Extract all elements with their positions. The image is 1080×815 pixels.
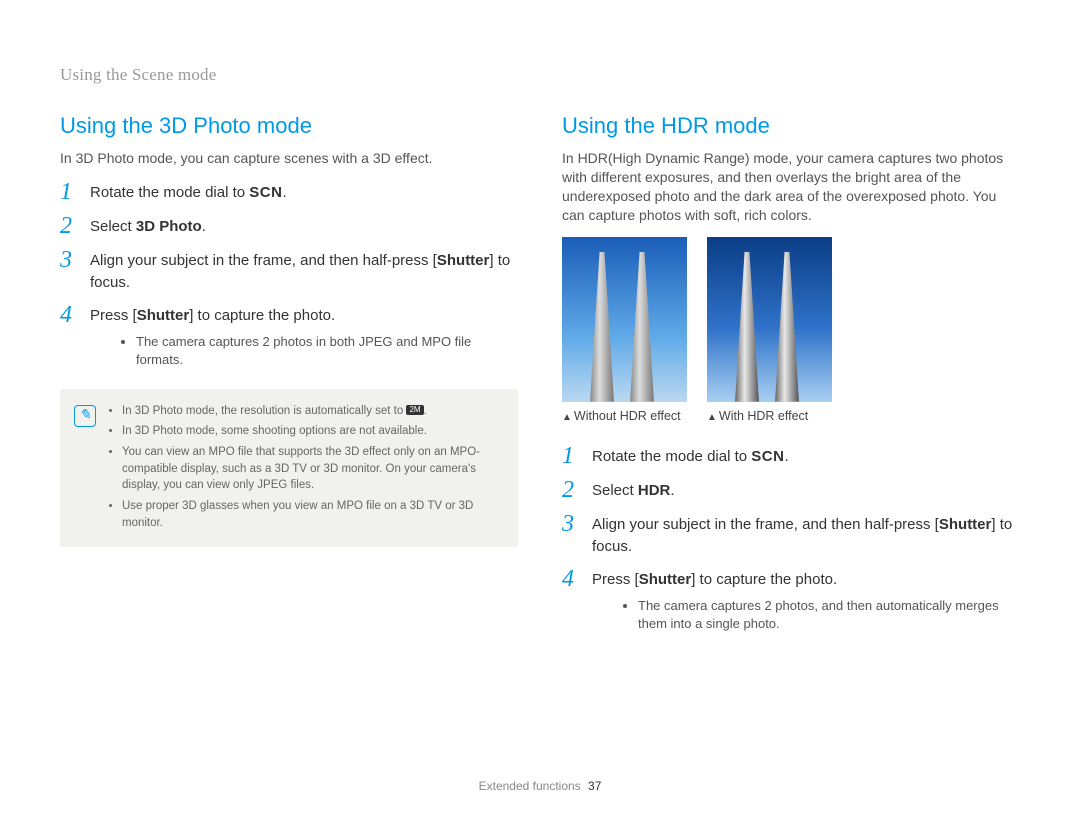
photo-towers-hdr xyxy=(707,237,832,402)
scn-icon: SCN xyxy=(751,448,784,465)
step-number: 1 xyxy=(562,444,586,468)
page-section-header: Using the Scene mode xyxy=(60,65,1020,85)
caption-text: With HDR effect xyxy=(719,409,808,423)
note-item: Use proper 3D glasses when you view an M… xyxy=(122,498,504,531)
step-number: 3 xyxy=(60,248,84,272)
step-number: 1 xyxy=(60,180,84,204)
step-4: 4 Press [Shutter] to capture the photo. … xyxy=(562,567,1020,636)
step-number: 4 xyxy=(60,303,84,327)
text: ] to capture the photo. xyxy=(691,571,837,588)
steps-3d: 1 Rotate the mode dial to SCN. 2 Select … xyxy=(60,180,518,373)
text: Select xyxy=(90,218,136,235)
note-item: You can view an MPO file that supports t… xyxy=(122,444,504,494)
caption-with-hdr: ▲With HDR effect xyxy=(707,408,832,424)
step-text: Press [Shutter] to capture the photo. Th… xyxy=(592,567,1020,636)
steps-hdr: 1 Rotate the mode dial to SCN. 2 Select … xyxy=(562,444,1020,637)
triangle-up-icon: ▲ xyxy=(707,412,717,423)
heading-3d-photo: Using the 3D Photo mode xyxy=(60,113,518,139)
triangle-up-icon: ▲ xyxy=(562,412,572,423)
step-2: 2 Select 3D Photo. xyxy=(60,214,518,238)
step-3: 3 Align your subject in the frame, and t… xyxy=(562,512,1020,558)
text: . xyxy=(424,405,427,417)
step-2: 2 Select HDR. xyxy=(562,478,1020,502)
note-icon: ✎ xyxy=(74,405,96,427)
bold-text: Shutter xyxy=(437,252,490,269)
bold-text: Shutter xyxy=(137,307,190,324)
step-sub-bullets: The camera captures 2 photos, and then a… xyxy=(638,597,1020,633)
step-text: Align your subject in the frame, and the… xyxy=(90,248,518,294)
step-number: 2 xyxy=(60,214,84,238)
page-footer: Extended functions 37 xyxy=(0,779,1080,793)
text: . xyxy=(784,448,788,465)
heading-hdr: Using the HDR mode xyxy=(562,113,1020,139)
step-text: Select HDR. xyxy=(592,478,1020,502)
text: ] to capture the photo. xyxy=(189,307,335,324)
tower-shape xyxy=(630,252,654,402)
step-number: 4 xyxy=(562,567,586,591)
text: Rotate the mode dial to xyxy=(592,448,751,465)
text: Align your subject in the frame, and the… xyxy=(90,252,437,269)
tower-shape xyxy=(735,252,759,402)
caption-without-hdr: ▲Without HDR effect xyxy=(562,408,687,424)
sub-bullet: The camera captures 2 photos, and then a… xyxy=(638,597,1020,633)
step-sub-bullets: The camera captures 2 photos in both JPE… xyxy=(136,333,518,369)
text: . xyxy=(670,482,674,499)
intro-hdr: In HDR(High Dynamic Range) mode, your ca… xyxy=(562,149,1020,225)
page-number: 37 xyxy=(588,779,601,793)
note-box: ✎ In 3D Photo mode, the resolution is au… xyxy=(60,389,518,548)
bold-text: Shutter xyxy=(639,571,692,588)
text: Press [ xyxy=(90,307,137,324)
step-text: Rotate the mode dial to SCN. xyxy=(90,180,518,204)
step-4: 4 Press [Shutter] to capture the photo. … xyxy=(60,303,518,372)
bold-text: Shutter xyxy=(939,516,992,533)
text: . xyxy=(202,218,206,235)
caption-text: Without HDR effect xyxy=(574,409,681,423)
right-column: Using the HDR mode In HDR(High Dynamic R… xyxy=(562,113,1020,646)
intro-3d: In 3D Photo mode, you can capture scenes… xyxy=(60,149,518,168)
note-item: In 3D Photo mode, the resolution is auto… xyxy=(122,403,504,420)
text: Align your subject in the frame, and the… xyxy=(592,516,939,533)
text: Select xyxy=(592,482,638,499)
resolution-chip-icon: 2M xyxy=(406,405,423,415)
step-text: Align your subject in the frame, and the… xyxy=(592,512,1020,558)
photo-towers-no-hdr xyxy=(562,237,687,402)
example-with-hdr: ▲With HDR effect xyxy=(707,237,832,424)
footer-section: Extended functions xyxy=(479,779,581,793)
note-list: In 3D Photo mode, the resolution is auto… xyxy=(122,403,504,536)
tower-shape xyxy=(775,252,799,402)
step-1: 1 Rotate the mode dial to SCN. xyxy=(562,444,1020,468)
step-text: Rotate the mode dial to SCN. xyxy=(592,444,1020,468)
step-number: 2 xyxy=(562,478,586,502)
two-column-layout: Using the 3D Photo mode In 3D Photo mode… xyxy=(60,113,1020,646)
step-number: 3 xyxy=(562,512,586,536)
example-without-hdr: ▲Without HDR effect xyxy=(562,237,687,424)
step-1: 1 Rotate the mode dial to SCN. xyxy=(60,180,518,204)
left-column: Using the 3D Photo mode In 3D Photo mode… xyxy=(60,113,518,646)
text: . xyxy=(282,184,286,201)
step-text: Select 3D Photo. xyxy=(90,214,518,238)
step-3: 3 Align your subject in the frame, and t… xyxy=(60,248,518,294)
text: Rotate the mode dial to xyxy=(90,184,249,201)
tower-shape xyxy=(590,252,614,402)
text: Press [ xyxy=(592,571,639,588)
bold-text: 3D Photo xyxy=(136,218,202,235)
text: In 3D Photo mode, the resolution is auto… xyxy=(122,405,406,417)
example-images-row: ▲Without HDR effect ▲With HDR effect xyxy=(562,237,1020,424)
step-text: Press [Shutter] to capture the photo. Th… xyxy=(90,303,518,372)
scn-icon: SCN xyxy=(249,184,282,201)
bold-text: HDR xyxy=(638,482,671,499)
note-item: In 3D Photo mode, some shooting options … xyxy=(122,423,504,440)
sub-bullet: The camera captures 2 photos in both JPE… xyxy=(136,333,518,369)
